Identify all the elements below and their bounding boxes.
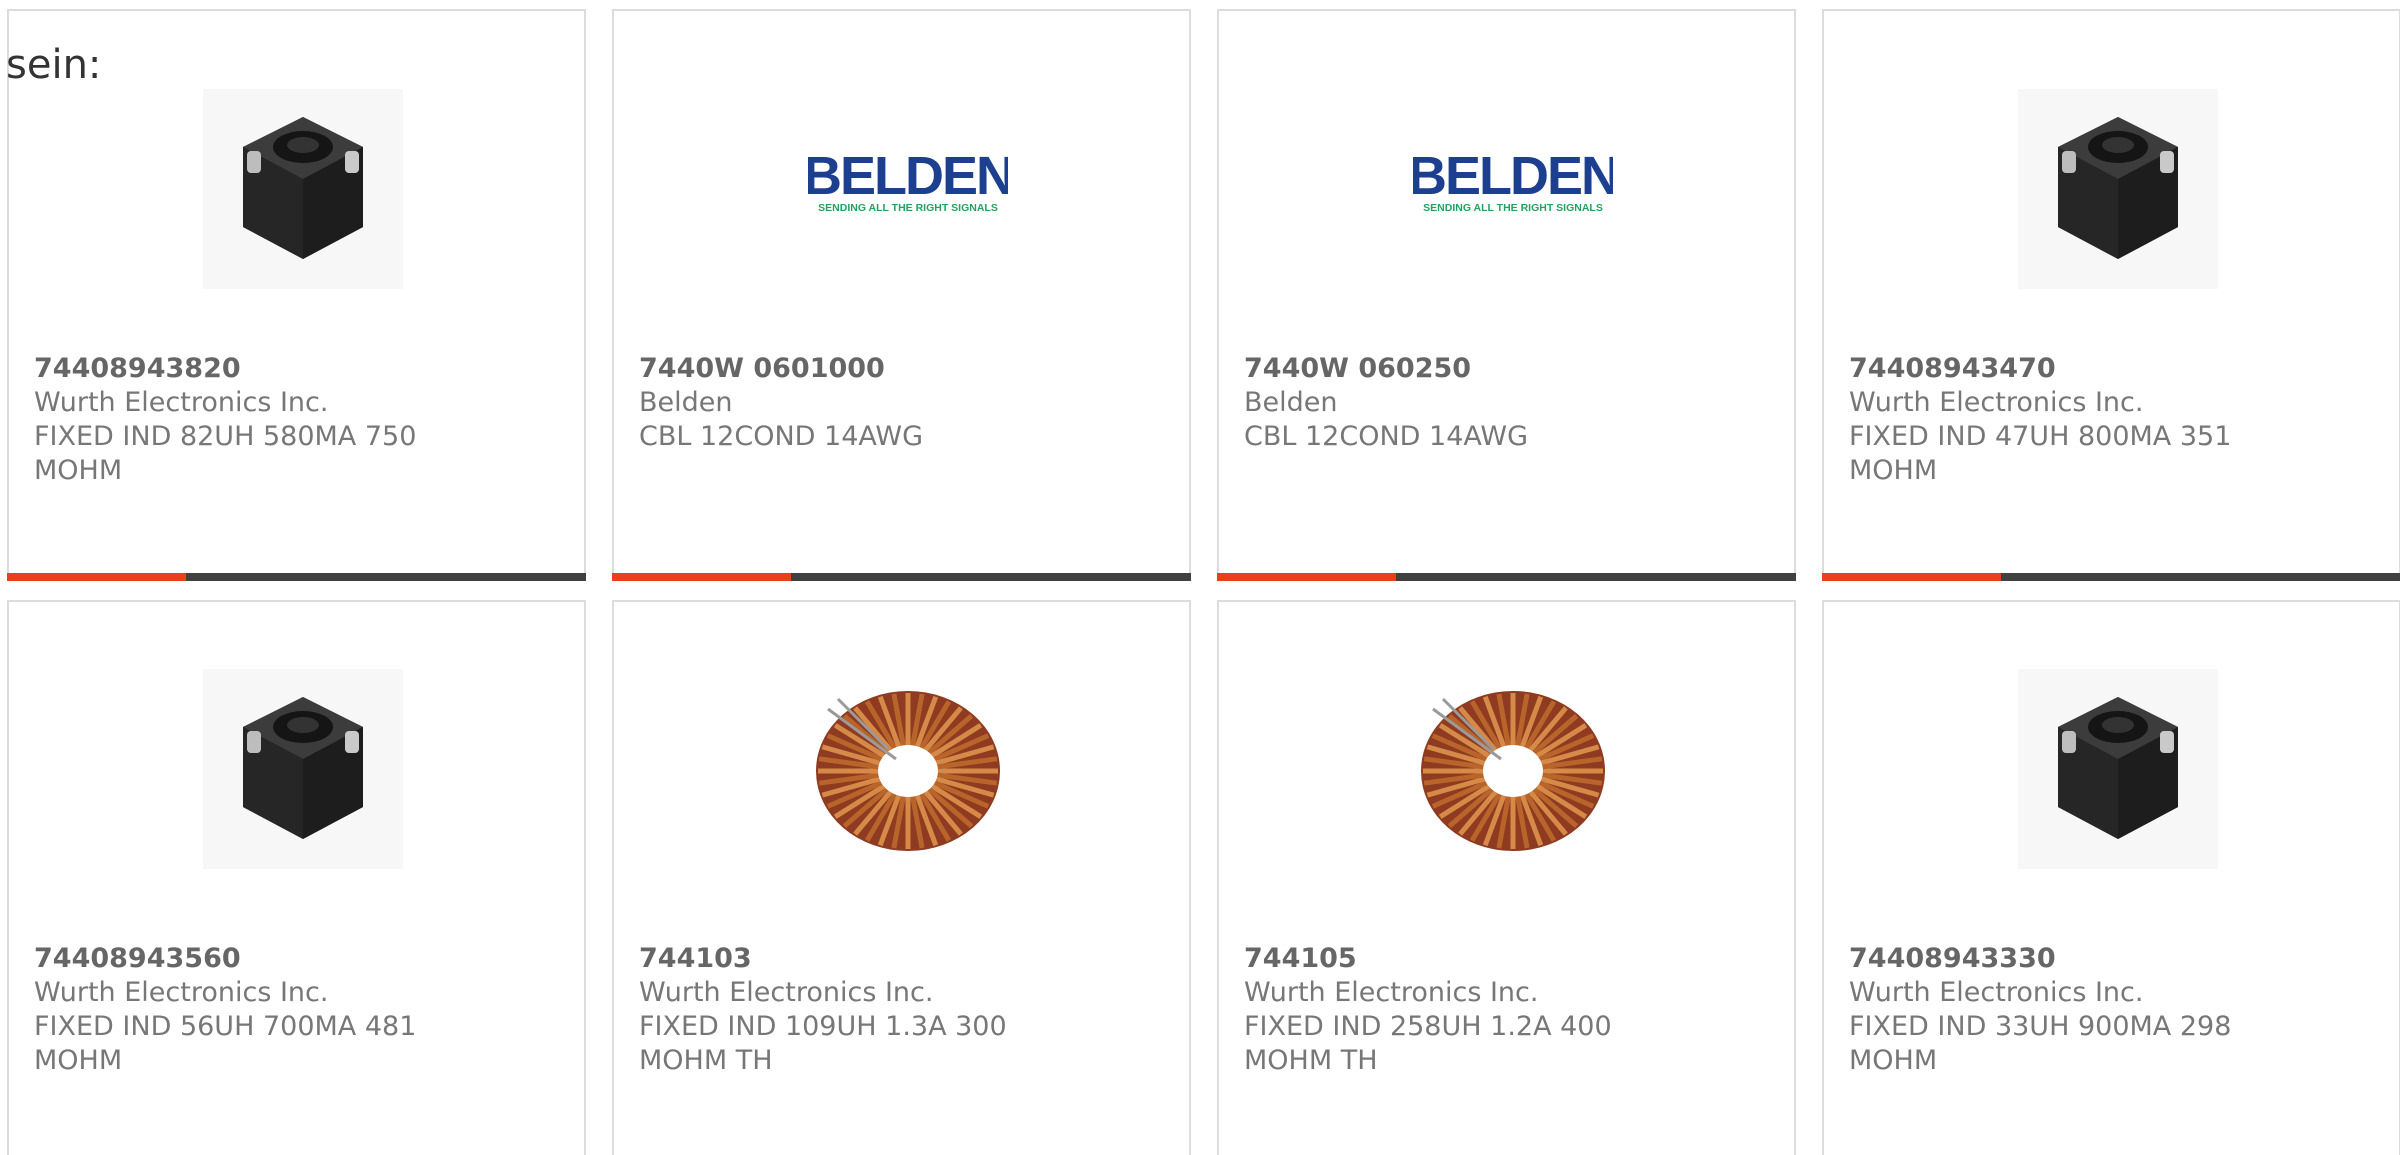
product-info: 74408943820 Wurth Electronics Inc. FIXED I… bbox=[34, 352, 454, 488]
card-progress-fill bbox=[612, 573, 792, 581]
svg-text:BELDEN: BELDEN bbox=[808, 146, 1008, 206]
toroid-inductor-image[interactable] bbox=[808, 669, 1008, 869]
part-number[interactable]: 7440W 060250 bbox=[1244, 352, 1664, 386]
svg-text:BELDEN: BELDEN bbox=[1413, 146, 1613, 206]
toroid-inductor-image[interactable] bbox=[1413, 669, 1613, 869]
part-number[interactable]: 74408943560 bbox=[34, 942, 454, 976]
intro-text: sein: bbox=[6, 42, 102, 88]
manufacturer-name: Wurth Electronics Inc. bbox=[1849, 387, 2144, 418]
part-number[interactable]: 744103 bbox=[639, 942, 1059, 976]
svg-text:SENDING ALL THE RIGHT SIGNALS: SENDING ALL THE RIGHT SIGNALS bbox=[1423, 202, 1603, 214]
belden-logo[interactable]: BELDEN SENDING ALL THE RIGHT SIGNALS bbox=[1413, 89, 1613, 289]
product-card[interactable]: 74408943560 Wurth Electronics Inc. FIXED I… bbox=[7, 600, 586, 1155]
card-progress-bar bbox=[612, 573, 1191, 581]
smd-inductor-image[interactable] bbox=[203, 669, 403, 869]
smd-inductor-image[interactable] bbox=[2018, 669, 2218, 869]
product-grid: 74408943820 Wurth Electronics Inc. FIXED I… bbox=[7, 9, 2400, 1155]
product-card[interactable]: BELDEN SENDING ALL THE RIGHT SIGNALS 744… bbox=[612, 9, 1191, 581]
product-description: FIXED IND 33UH 900MA 298 MOHM bbox=[1849, 1011, 2232, 1076]
product-description: FIXED IND 258UH 1.2A 400 MOHM TH bbox=[1244, 1011, 1612, 1076]
part-number[interactable]: 7440W 0601000 bbox=[639, 352, 1059, 386]
product-info: 7440W 0601000 Belden CBL 12COND 14AWG bbox=[639, 352, 1059, 454]
manufacturer-name: Belden bbox=[1244, 387, 1338, 418]
product-card[interactable]: 744105 Wurth Electronics Inc. FIXED IND 25… bbox=[1217, 600, 1796, 1155]
smd-inductor-image[interactable] bbox=[2018, 89, 2218, 289]
card-progress-fill bbox=[7, 573, 187, 581]
card-progress-bar bbox=[1217, 573, 1796, 581]
product-card[interactable]: 74408943820 Wurth Electronics Inc. FIXED I… bbox=[7, 9, 586, 581]
manufacturer-name: Belden bbox=[639, 387, 733, 418]
smd-inductor-image[interactable] bbox=[203, 89, 403, 289]
part-number[interactable]: 74408943470 bbox=[1849, 352, 2269, 386]
product-description: FIXED IND 56UH 700MA 481 MOHM bbox=[34, 1011, 417, 1076]
card-progress-fill bbox=[1822, 573, 2002, 581]
card-progress-bar bbox=[1822, 573, 2400, 581]
product-card[interactable]: 744103 Wurth Electronics Inc. FIXED IND 10… bbox=[612, 600, 1191, 1155]
page: sein: 74408943820 Wurth Electronics Inc. F… bbox=[0, 0, 2400, 1155]
product-info: 744105 Wurth Electronics Inc. FIXED IND 25… bbox=[1244, 942, 1664, 1078]
part-number[interactable]: 74408943330 bbox=[1849, 942, 2269, 976]
product-card[interactable]: 74408943330 Wurth Electronics Inc. FIXED I… bbox=[1822, 600, 2400, 1155]
product-card[interactable]: BELDEN SENDING ALL THE RIGHT SIGNALS 744… bbox=[1217, 9, 1796, 581]
manufacturer-name: Wurth Electronics Inc. bbox=[639, 977, 934, 1008]
card-progress-bar bbox=[7, 573, 586, 581]
svg-text:SENDING ALL THE RIGHT SIGNALS: SENDING ALL THE RIGHT SIGNALS bbox=[818, 202, 998, 214]
product-info: 74408943560 Wurth Electronics Inc. FIXED I… bbox=[34, 942, 454, 1078]
product-info: 744103 Wurth Electronics Inc. FIXED IND 10… bbox=[639, 942, 1059, 1078]
manufacturer-name: Wurth Electronics Inc. bbox=[1849, 977, 2144, 1008]
product-description: FIXED IND 109UH 1.3A 300 MOHM TH bbox=[639, 1011, 1007, 1076]
product-description: CBL 12COND 14AWG bbox=[1244, 421, 1529, 452]
manufacturer-name: Wurth Electronics Inc. bbox=[34, 977, 329, 1008]
manufacturer-name: Wurth Electronics Inc. bbox=[1244, 977, 1539, 1008]
product-description: FIXED IND 82UH 580MA 750 MOHM bbox=[34, 421, 417, 486]
product-card[interactable]: 74408943470 Wurth Electronics Inc. FIXED I… bbox=[1822, 9, 2400, 581]
product-info: 7440W 060250 Belden CBL 12COND 14AWG bbox=[1244, 352, 1664, 454]
part-number[interactable]: 744105 bbox=[1244, 942, 1664, 976]
product-info: 74408943330 Wurth Electronics Inc. FIXED I… bbox=[1849, 942, 2269, 1078]
product-info: 74408943470 Wurth Electronics Inc. FIXED I… bbox=[1849, 352, 2269, 488]
belden-logo[interactable]: BELDEN SENDING ALL THE RIGHT SIGNALS bbox=[808, 89, 1008, 289]
product-description: CBL 12COND 14AWG bbox=[639, 421, 924, 452]
product-description: FIXED IND 47UH 800MA 351 MOHM bbox=[1849, 421, 2232, 486]
manufacturer-name: Wurth Electronics Inc. bbox=[34, 387, 329, 418]
card-progress-fill bbox=[1217, 573, 1397, 581]
part-number[interactable]: 74408943820 bbox=[34, 352, 454, 386]
